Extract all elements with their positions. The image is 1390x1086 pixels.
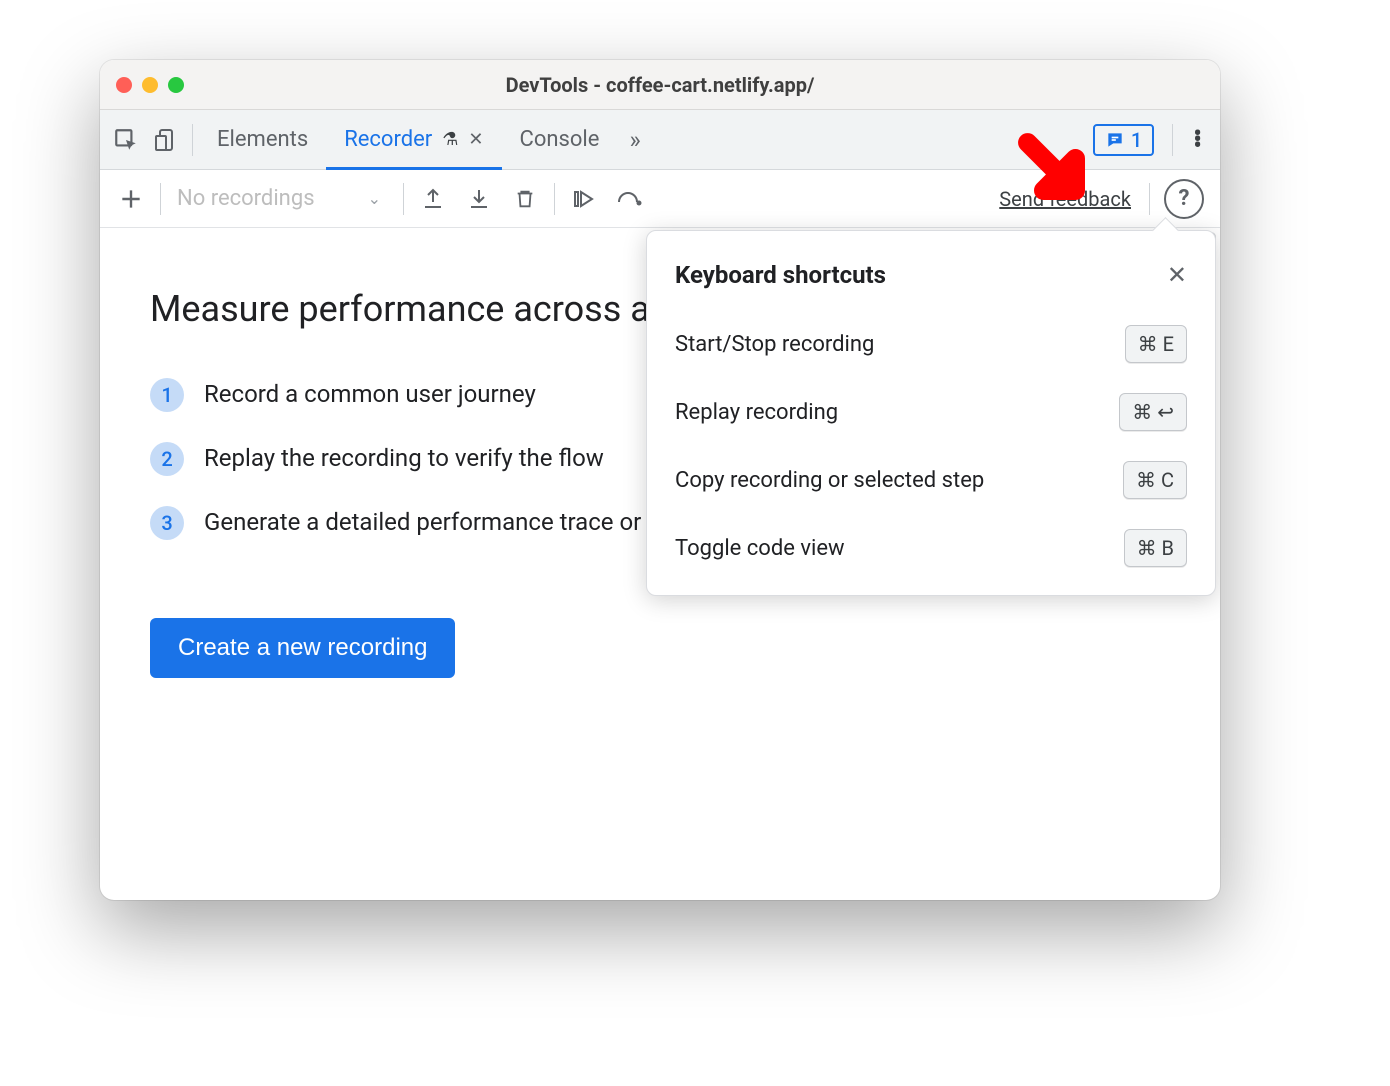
dropdown-placeholder: No recordings xyxy=(177,186,315,211)
close-window-button[interactable] xyxy=(116,77,132,93)
step-number: 2 xyxy=(150,442,184,476)
recorder-toolbar: No recordings ⌄ xyxy=(100,170,1220,228)
shortcut-row: Toggle code view ⌘ B xyxy=(675,529,1187,567)
delete-icon[interactable] xyxy=(502,176,548,222)
divider xyxy=(554,183,555,215)
shortcuts-popup: Keyboard shortcuts ✕ Start/Stop recordin… xyxy=(646,230,1216,596)
divider xyxy=(1149,183,1150,215)
step-number: 3 xyxy=(150,506,184,540)
issues-count: 1 xyxy=(1131,128,1142,152)
issues-badge[interactable]: 1 xyxy=(1093,124,1154,156)
divider xyxy=(1172,124,1173,156)
help-button[interactable]: ? xyxy=(1164,179,1204,219)
message-icon xyxy=(1105,130,1125,150)
step-number: 1 xyxy=(150,378,184,412)
shortcut-label: Copy recording or selected step xyxy=(675,468,984,493)
device-toggle-icon[interactable] xyxy=(146,120,186,160)
divider xyxy=(160,183,161,215)
kebab-menu-icon[interactable]: ••• xyxy=(1179,131,1214,149)
shortcut-row: Start/Stop recording ⌘ E xyxy=(675,325,1187,363)
chevron-down-icon: ⌄ xyxy=(368,189,381,208)
shortcut-label: Replay recording xyxy=(675,400,838,425)
maximize-window-button[interactable] xyxy=(168,77,184,93)
shortcut-label: Toggle code view xyxy=(675,536,845,561)
shortcut-keys: ⌘ C xyxy=(1123,461,1187,499)
shortcut-row: Replay recording ⌘ ↩ xyxy=(675,393,1187,431)
tab-recorder[interactable]: Recorder ⚗ ✕ xyxy=(326,110,501,169)
traffic-lights xyxy=(116,77,184,93)
more-tabs-icon[interactable]: » xyxy=(617,126,652,154)
export-icon[interactable] xyxy=(410,176,456,222)
window-title: DevTools - coffee-cart.netlify.app/ xyxy=(100,73,1220,97)
shortcut-keys: ⌘ ↩ xyxy=(1119,393,1187,431)
close-tab-icon[interactable]: ✕ xyxy=(468,129,483,150)
flask-icon: ⚗ xyxy=(442,129,458,150)
shortcut-row: Copy recording or selected step ⌘ C xyxy=(675,461,1187,499)
tab-label: Elements xyxy=(217,127,308,152)
create-recording-button[interactable]: Create a new recording xyxy=(150,618,455,678)
titlebar: DevTools - coffee-cart.netlify.app/ xyxy=(100,60,1220,110)
tab-console[interactable]: Console xyxy=(502,110,618,169)
import-icon[interactable] xyxy=(456,176,502,222)
divider xyxy=(403,183,404,215)
inspect-element-icon[interactable] xyxy=(106,120,146,160)
shortcut-keys: ⌘ B xyxy=(1124,529,1187,567)
step-text: Record a common user journey xyxy=(204,376,536,412)
step-text: Replay the recording to verify the flow xyxy=(204,440,604,476)
new-recording-icon[interactable] xyxy=(108,176,154,222)
close-icon[interactable]: ✕ xyxy=(1167,261,1187,289)
minimize-window-button[interactable] xyxy=(142,77,158,93)
recordings-dropdown[interactable]: No recordings ⌄ xyxy=(167,186,397,211)
shortcut-keys: ⌘ E xyxy=(1125,325,1187,363)
tab-elements[interactable]: Elements xyxy=(199,110,326,169)
popup-title: Keyboard shortcuts xyxy=(675,261,886,289)
devtools-window: DevTools - coffee-cart.netlify.app/ Elem… xyxy=(100,60,1220,900)
tab-label: Console xyxy=(520,127,600,152)
send-feedback-link[interactable]: Send feedback xyxy=(999,187,1131,211)
replay-icon[interactable] xyxy=(561,176,607,222)
divider xyxy=(192,124,193,156)
shortcut-label: Start/Stop recording xyxy=(675,332,874,357)
tab-label: Recorder xyxy=(344,127,432,152)
step-over-icon[interactable] xyxy=(607,176,653,222)
devtools-tabbar: Elements Recorder ⚗ ✕ Console » 1 ••• xyxy=(100,110,1220,170)
